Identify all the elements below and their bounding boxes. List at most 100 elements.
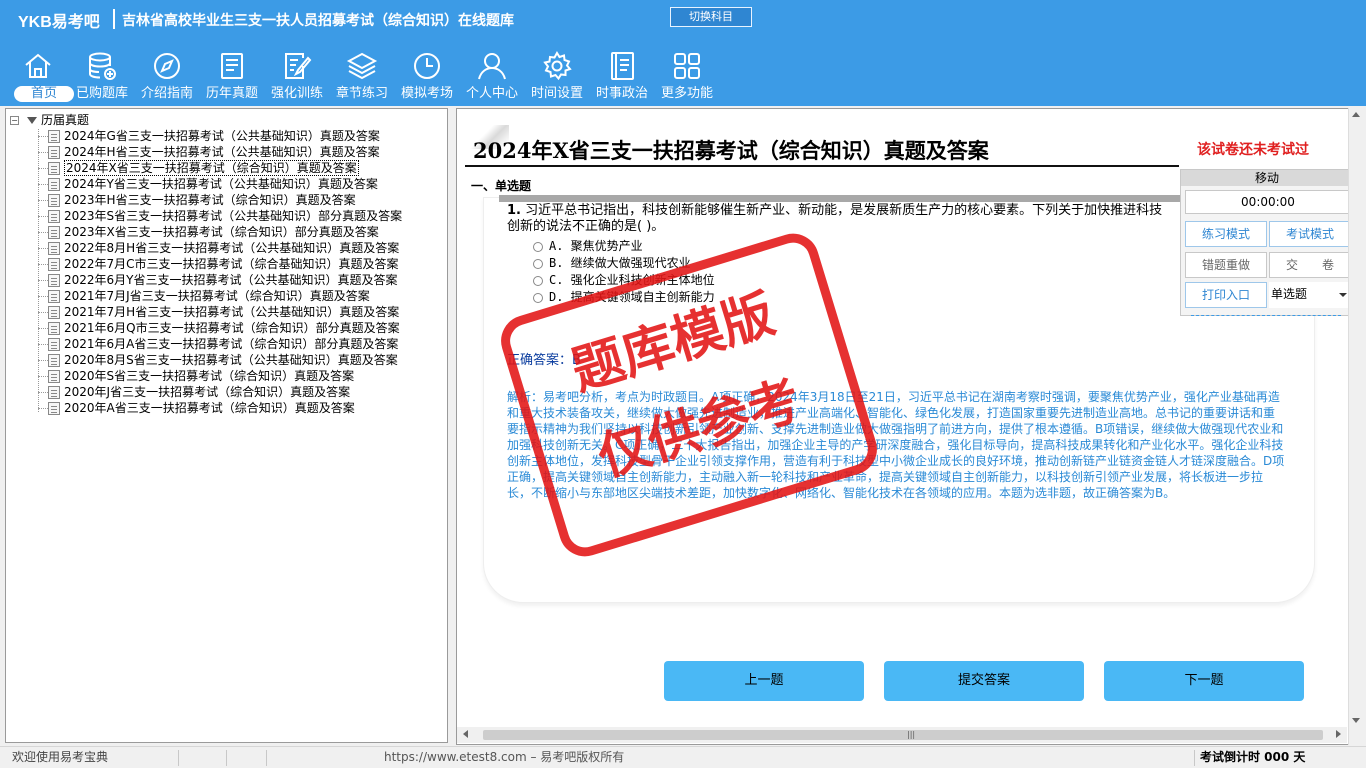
document-icon (48, 226, 60, 239)
tree-connector (38, 408, 48, 409)
tree-item[interactable]: 2024年Y省三支一扶招募考试（公共基础知识）真题及答案 (38, 176, 378, 192)
title-divider (465, 165, 1179, 167)
redo-wrong-button[interactable]: 错题重做 (1185, 252, 1267, 278)
tree-connector (38, 200, 48, 201)
scroll-grip-icon: ||| (907, 730, 916, 739)
tool-label: 时事政治 (595, 86, 648, 101)
tree-item[interactable]: 2022年7月C市三支一扶招募考试（综合基础知识）真题及答案 (38, 256, 399, 272)
tool-home[interactable]: 首页 (6, 46, 74, 104)
tool-label: 已购题库 (75, 86, 128, 101)
tree-item[interactable]: 2021年6月A省三支一扶招募考试（综合知识）部分真题及答案 (38, 336, 398, 352)
tool-more[interactable]: 更多功能 (655, 46, 719, 104)
tool-label: 首页 (14, 86, 74, 102)
practice-mode-button[interactable]: 练习模式 (1185, 221, 1267, 247)
option-c[interactable]: C. 强化企业科技创新主体地位 (533, 271, 715, 288)
tree-connector (38, 216, 48, 217)
option-b[interactable]: B. 继续做大做强现代农业 (533, 254, 691, 271)
tool-past-papers[interactable]: 历年真题 (200, 46, 264, 104)
tree-item[interactable]: 2023年H省三支一扶招募考试（综合知识）真题及答案 (38, 192, 356, 208)
tool-purchased[interactable]: 已购题库 (70, 46, 134, 104)
radio-button[interactable] (533, 258, 543, 269)
status-divider (266, 750, 267, 766)
scroll-down-icon[interactable] (1352, 718, 1360, 723)
switch-subject-button[interactable]: 切换科目 (670, 7, 752, 27)
tree-item-label: 2022年6月Y省三支一扶招募考试（公共基础知识）真题及答案 (64, 273, 398, 287)
grid-icon (671, 50, 703, 82)
tool-label: 强化训练 (270, 86, 323, 101)
status-divider (226, 750, 227, 766)
tree-connector (38, 184, 48, 185)
tree-item-label: 2021年6月A省三支一扶招募考试（综合知识）部分真题及答案 (64, 337, 399, 351)
tool-intensive[interactable]: 强化训练 (265, 46, 329, 104)
tree-root-label: 历届真题 (41, 113, 90, 127)
tree-item[interactable]: 2020年8月S省三支一扶招募考试（公共基础知识）真题及答案 (38, 352, 398, 368)
tree-item[interactable]: 2023年S省三支一扶招募考试（公共基础知识）部分真题及答案 (38, 208, 402, 224)
tree-item-label: 2023年X省三支一扶招募考试（综合知识）部分真题及答案 (64, 225, 379, 239)
tree-connector (38, 248, 48, 249)
collapse-icon[interactable]: − (10, 116, 19, 125)
tree-item[interactable]: 2021年7月H省三支一扶招募考试（公共基础知识）真题及答案 (38, 304, 399, 320)
tool-chapter[interactable]: 章节练习 (330, 46, 394, 104)
compass-icon (151, 50, 183, 82)
document-icon (48, 274, 60, 287)
tool-mock-exam[interactable]: 模拟考场 (395, 46, 459, 104)
clock-icon (411, 50, 443, 82)
tool-time-settings[interactable]: 时间设置 (525, 46, 589, 104)
document-list-icon (216, 50, 248, 82)
tree-item[interactable]: 2020年S省三支一扶招募考试（综合知识）真题及答案 (38, 368, 354, 384)
logo-divider (113, 9, 115, 29)
option-label: A. 聚焦优势产业 (549, 239, 643, 253)
tree-item-label: 2020年J省三支一扶招募考试（综合知识）真题及答案 (64, 385, 351, 399)
tree-connector (38, 152, 48, 153)
tree-connector (38, 264, 48, 265)
tool-label: 章节练习 (335, 86, 388, 101)
prev-question-button[interactable]: 上一题 (664, 661, 864, 701)
scroll-thumb[interactable] (483, 730, 1323, 740)
tree-root[interactable]: − 历届真题 (10, 112, 89, 128)
tree-item[interactable]: 2021年6月Q市三支一扶招募考试（综合知识）部分真题及答案 (38, 320, 400, 336)
control-box-bottom-bar (1191, 315, 1341, 317)
submit-answer-button[interactable]: 提交答案 (884, 661, 1084, 701)
exam-mode-button[interactable]: 考试模式 (1269, 221, 1351, 247)
tool-personal[interactable]: 个人中心 (460, 46, 524, 104)
question-type-select[interactable]: 单选题 (1269, 282, 1351, 308)
radio-button[interactable] (533, 292, 543, 303)
submit-paper-button[interactable]: 交 卷 (1269, 252, 1351, 278)
correct-answer: 正确答案：B (507, 353, 581, 368)
tree-item[interactable]: 2020年J省三支一扶招募考试（综合知识）真题及答案 (38, 384, 350, 400)
tree-item-label: 2024年X省三支一扶招募考试（综合知识）真题及答案 (64, 160, 359, 176)
tree-item[interactable]: 2024年H省三支一扶招募考试（公共基础知识）真题及答案 (38, 144, 380, 160)
tree-item-label: 2021年6月Q市三支一扶招募考试（综合知识）部分真题及答案 (64, 321, 400, 335)
tool-guide[interactable]: 介绍指南 (135, 46, 199, 104)
user-icon (476, 50, 508, 82)
tree-item[interactable]: 2023年X省三支一扶招募考试（综合知识）部分真题及答案 (38, 224, 379, 240)
next-question-button[interactable]: 下一题 (1104, 661, 1304, 701)
radio-button[interactable] (533, 241, 543, 252)
scroll-up-icon[interactable] (1352, 112, 1360, 117)
print-button[interactable]: 打印入口 (1185, 282, 1267, 308)
exam-control-box: 移动 00:00:00 练习模式 考试模式 错题重做 交 卷 打印入口 单选题 (1180, 169, 1354, 316)
document-icon (48, 146, 60, 159)
document-icon (48, 306, 60, 319)
scroll-right-icon[interactable] (1336, 730, 1341, 738)
tree-item[interactable]: 2020年A省三支一扶招募考试（综合知识）真题及答案 (38, 400, 355, 416)
tree-item[interactable]: 2022年8月H省三支一扶招募考试（公共基础知识）真题及答案 (38, 240, 399, 256)
copyright-text: https://www.etest8.com – 易考吧版权所有 (384, 750, 625, 764)
option-a[interactable]: A. 聚焦优势产业 (533, 237, 643, 254)
option-d[interactable]: D. 提高关键领域自主创新能力 (533, 288, 715, 305)
horizontal-scrollbar[interactable]: ||| (457, 727, 1347, 743)
paper-tree: − 历届真题 2024年G省三支一扶招募考试（公共基础知识）真题及答案 2024年H… (5, 108, 448, 743)
tree-item[interactable]: 2022年6月Y省三支一扶招募考试（公共基础知识）真题及答案 (38, 272, 398, 288)
welcome-text: 欢迎使用易考宝典 (12, 750, 109, 764)
status-bar: 欢迎使用易考宝典 https://www.etest8.com – 易考吧版权所… (0, 746, 1366, 768)
scroll-left-icon[interactable] (463, 730, 468, 738)
tree-connector (38, 232, 48, 233)
tree-item[interactable]: 2024年X省三支一扶招募考试（综合知识）真题及答案 (38, 160, 359, 176)
tree-item[interactable]: 2021年7月J省三支一扶招募考试（综合知识）真题及答案 (38, 288, 370, 304)
tree-item-label: 2023年H省三支一扶招募考试（综合知识）真题及答案 (64, 193, 356, 207)
tool-current-affairs[interactable]: 时事政治 (590, 46, 654, 104)
tree-item[interactable]: 2024年G省三支一扶招募考试（公共基础知识）真题及答案 (38, 128, 380, 144)
radio-button[interactable] (533, 275, 543, 286)
move-handle[interactable]: 移动 (1181, 170, 1353, 186)
vertical-scrollbar[interactable] (1348, 108, 1362, 745)
